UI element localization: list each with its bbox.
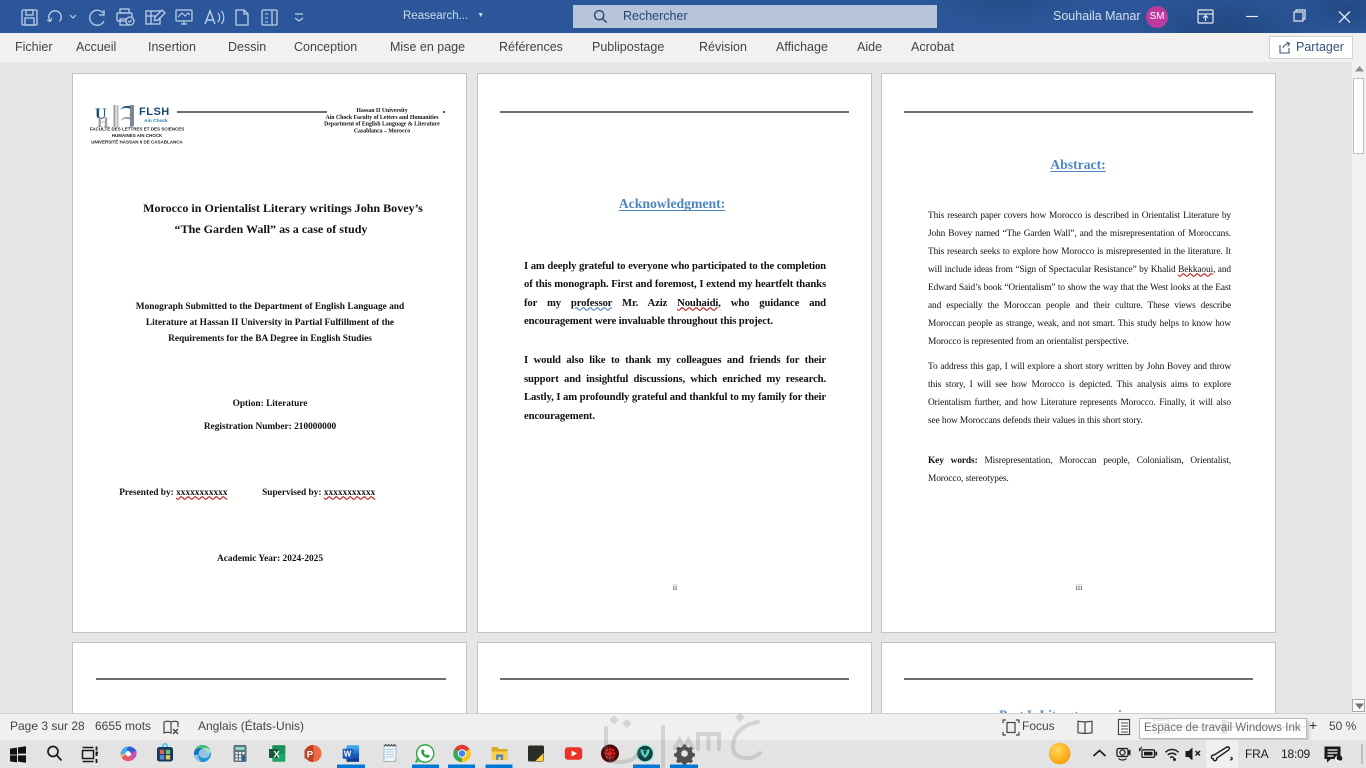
svg-text:P: P (307, 749, 314, 760)
svg-text:FRA: FRA (1245, 747, 1269, 761)
svg-text:X: X (273, 749, 280, 760)
svg-text:18:09: 18:09 (1281, 747, 1311, 761)
svg-text:W: W (344, 749, 352, 758)
